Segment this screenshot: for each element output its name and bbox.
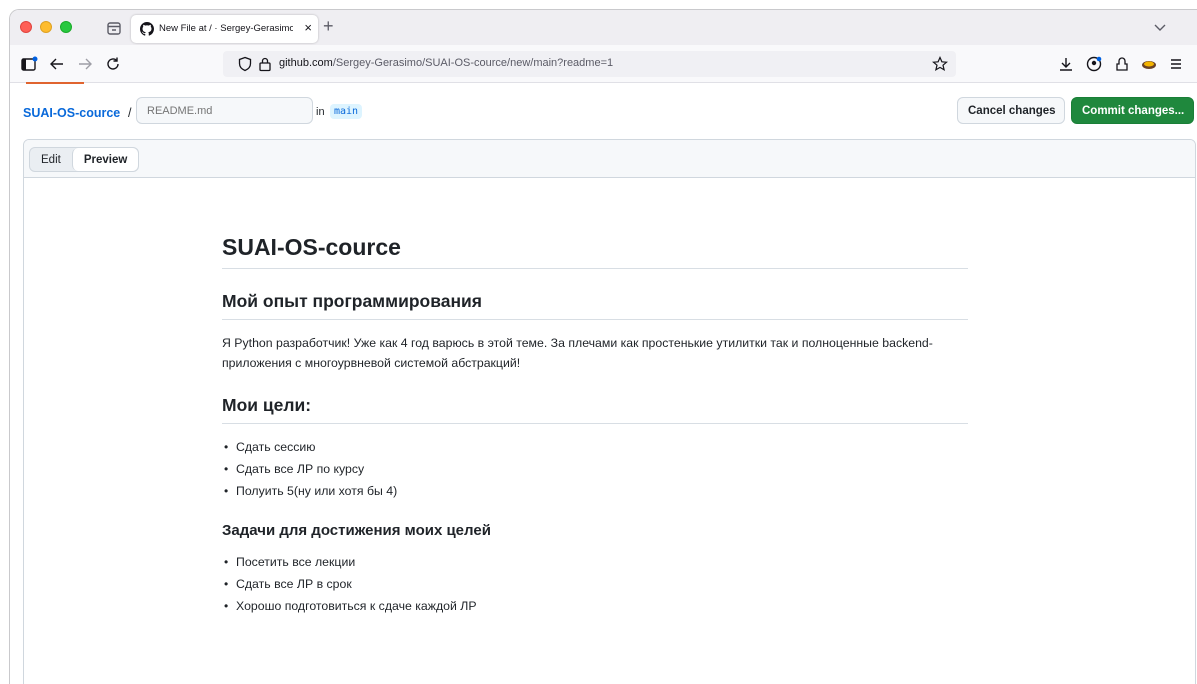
- tab-preview[interactable]: Preview: [71, 148, 139, 171]
- shield-icon[interactable]: [237, 56, 253, 72]
- url-path: /Sergey-Gerasimo/SUAI-OS-cource/new/main…: [332, 57, 614, 69]
- forward-icon[interactable]: [76, 55, 94, 73]
- nav-toolbar: github.com/Sergey-Gerasimo/SUAI-OS-courc…: [10, 45, 1197, 83]
- sidebar-icon[interactable]: [20, 55, 38, 73]
- chevron-down-icon[interactable]: [1153, 20, 1167, 34]
- tasks-list: Посетить все лекции Сдать все ЛР в срок …: [222, 551, 968, 617]
- filename-input[interactable]: [136, 97, 313, 124]
- path-separator: /: [128, 106, 132, 120]
- bookmark-star-icon[interactable]: [932, 56, 948, 72]
- browser-tab[interactable]: New File at / · Sergey-Gerasimo ×: [131, 15, 318, 43]
- tasks-heading: Задачи для достижения моих целей: [222, 522, 491, 539]
- cancel-changes-button[interactable]: Cancel changes: [957, 97, 1065, 124]
- branch-badge: main: [330, 104, 363, 119]
- list-item: Сдать все ЛР в срок: [224, 573, 968, 595]
- list-item: Хорошо подготовиться к сдаче каждой ЛР: [224, 595, 968, 617]
- browser-window: New File at / · Sergey-Gerasimo × + gith…: [9, 9, 1197, 684]
- github-icon: [140, 22, 154, 36]
- goals-list: Сдать сессию Сдать все ЛР по курсу Полуи…: [222, 436, 968, 502]
- goals-heading: Мои цели:: [222, 395, 968, 424]
- list-item: Сдать сессию: [224, 436, 968, 458]
- github-page: SUAI-OS-cource / in main Cancel changes …: [10, 84, 1197, 684]
- download-icon[interactable]: [1057, 55, 1075, 73]
- menu-icon[interactable]: [1167, 55, 1185, 73]
- url-bar[interactable]: github.com/Sergey-Gerasimo/SUAI-OS-courc…: [223, 51, 956, 77]
- lock-icon[interactable]: [258, 56, 272, 72]
- list-item: Посетить все лекции: [224, 551, 968, 573]
- list-item: Сдать все ЛР по курсу: [224, 458, 968, 480]
- extensions-icon[interactable]: [1113, 55, 1131, 73]
- experience-heading: Мой опыт программирования: [222, 291, 968, 320]
- editor-panel: Edit Preview SUAI-OS-cource Мой опыт про…: [23, 139, 1196, 684]
- minimize-window-button[interactable]: [40, 21, 52, 33]
- readme-title: SUAI-OS-cource: [222, 234, 968, 269]
- experience-paragraph: Я Python разработчик! Уже как 4 год варю…: [222, 336, 933, 370]
- reload-icon[interactable]: [104, 55, 122, 73]
- list-item: Полуить 5(ну или хотя бы 4): [224, 480, 968, 502]
- commit-changes-button[interactable]: Commit changes...: [1071, 97, 1194, 124]
- extension-icon[interactable]: [1140, 55, 1158, 73]
- new-tab-button[interactable]: +: [323, 16, 334, 36]
- tab-edit[interactable]: Edit: [30, 148, 72, 171]
- url-host: github.com: [279, 57, 333, 69]
- url-text[interactable]: github.com/Sergey-Gerasimo/SUAI-OS-courc…: [279, 57, 613, 69]
- account-icon[interactable]: [1085, 55, 1103, 73]
- tab-overview-icon[interactable]: [105, 19, 123, 37]
- editor-header: Edit Preview: [24, 140, 1195, 178]
- tab-close-button[interactable]: ×: [304, 20, 312, 36]
- in-label: in: [316, 106, 325, 118]
- repo-link[interactable]: SUAI-OS-cource: [23, 106, 120, 120]
- edit-preview-toggle: Edit Preview: [29, 147, 140, 172]
- tab-strip: New File at / · Sergey-Gerasimo × +: [10, 10, 1197, 45]
- zoom-window-button[interactable]: [60, 21, 72, 33]
- back-icon[interactable]: [48, 55, 66, 73]
- markdown-preview: SUAI-OS-cource Мой опыт программирования…: [222, 178, 968, 617]
- tab-title: New File at / · Sergey-Gerasimo: [159, 23, 293, 34]
- close-window-button[interactable]: [20, 21, 32, 33]
